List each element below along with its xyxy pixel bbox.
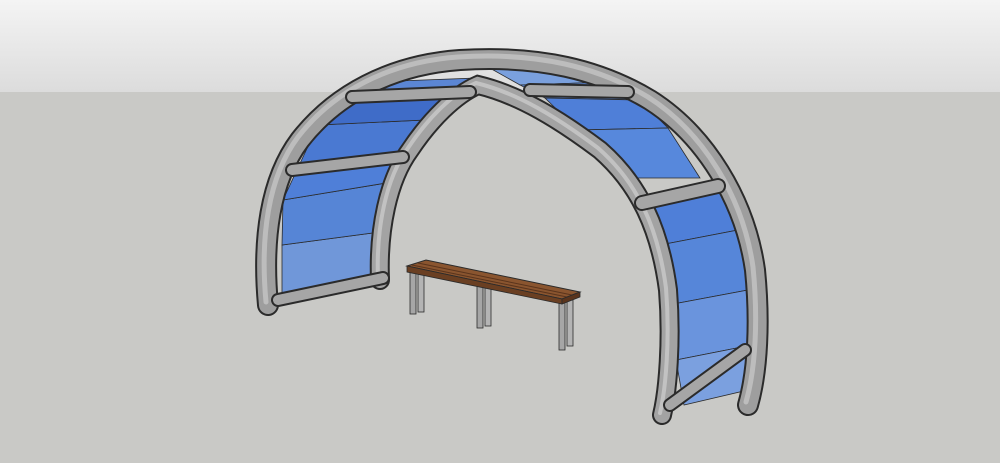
model-viewport[interactable] bbox=[0, 0, 1000, 463]
sky bbox=[0, 0, 1000, 92]
shelter-scene bbox=[0, 0, 1000, 463]
